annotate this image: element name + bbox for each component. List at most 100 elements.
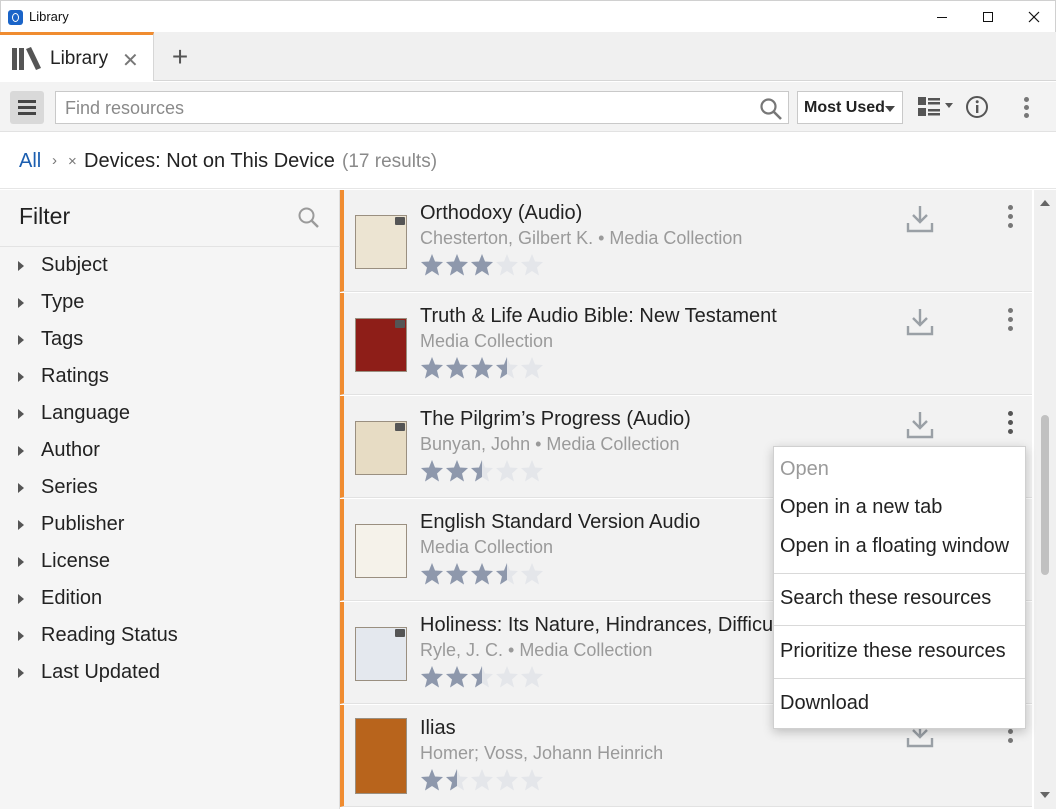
resource-title: Orthodoxy (Audio): [420, 202, 583, 224]
more-options-icon[interactable]: [1000, 202, 1020, 232]
filter-item-ratings[interactable]: Ratings: [0, 358, 340, 395]
star-icon: [420, 459, 445, 483]
rating-stars: [420, 253, 545, 277]
download-icon[interactable]: [905, 307, 935, 337]
menu-item-open-floating-window[interactable]: Open in a floating window: [780, 535, 1009, 558]
scrollbar-thumb[interactable]: [1041, 415, 1049, 575]
resource-row[interactable]: Orthodoxy (Audio) Chesterton, Gilbert K.…: [340, 190, 1032, 292]
toolbar: Most Used: [0, 82, 1056, 132]
star-icon: [445, 665, 470, 689]
filter-list: Subject Type Tags Ratings Language Autho…: [0, 247, 340, 691]
filter-item-type[interactable]: Type: [0, 284, 340, 321]
filter-item-subject[interactable]: Subject: [0, 247, 340, 284]
breadcrumb: All › × Devices: Not on This Device (17 …: [0, 133, 1056, 189]
tab-library[interactable]: Library ✕: [0, 32, 154, 81]
resource-subtitle: Ryle, J. C. • Media Collection: [420, 640, 653, 660]
filter-item-last-updated[interactable]: Last Updated: [0, 654, 340, 691]
star-icon: [470, 356, 495, 380]
star-icon: [420, 356, 445, 380]
results-scrollbar[interactable]: [1034, 190, 1056, 809]
filter-item-label: Type: [41, 291, 85, 313]
expand-caret-icon: [18, 594, 24, 604]
audio-badge-icon: [395, 629, 405, 637]
menu-item-download[interactable]: Download: [780, 692, 869, 715]
active-filter-label[interactable]: Devices: Not on This Device: [84, 150, 335, 173]
star-icon: [420, 665, 445, 689]
tab-label: Library: [50, 48, 109, 69]
more-options-icon[interactable]: [1016, 94, 1036, 120]
audio-badge-icon: [395, 320, 405, 328]
filter-item-author[interactable]: Author: [0, 432, 340, 469]
star-icon: [445, 562, 470, 586]
filter-item-reading-status[interactable]: Reading Status: [0, 617, 340, 654]
app-logo-icon: [8, 10, 23, 25]
sort-value: Most Used: [804, 99, 885, 116]
hamburger-menu-button[interactable]: [10, 91, 44, 124]
filter-item-language[interactable]: Language: [0, 395, 340, 432]
filter-title: Filter: [19, 203, 71, 229]
breadcrumb-separator: ›: [52, 152, 57, 169]
maximize-button[interactable]: [965, 1, 1011, 33]
menu-divider: [774, 625, 1025, 626]
audio-badge-icon: [395, 423, 405, 431]
new-tab-button[interactable]: +: [167, 41, 193, 73]
star-icon: [445, 459, 470, 483]
filter-item-label: Language: [41, 402, 130, 424]
expand-caret-icon: [18, 446, 24, 456]
search-icon[interactable]: [759, 97, 783, 121]
rating-stars: [420, 562, 545, 586]
menu-item-open-new-tab[interactable]: Open in a new tab: [780, 496, 942, 519]
remove-filter-icon[interactable]: ×: [68, 153, 77, 170]
resource-subtitle: Homer; Voss, Johann Heinrich: [420, 743, 664, 763]
sort-dropdown[interactable]: Most Used: [797, 91, 903, 124]
download-icon[interactable]: [905, 410, 935, 440]
more-options-icon[interactable]: [1000, 305, 1020, 335]
filter-item-publisher[interactable]: Publisher: [0, 506, 340, 543]
filter-item-tags[interactable]: Tags: [0, 321, 340, 358]
menu-item-prioritize-resources[interactable]: Prioritize these resources: [780, 640, 1006, 663]
menu-item-open: Open: [780, 458, 829, 480]
filter-item-license[interactable]: License: [0, 543, 340, 580]
scroll-down-icon[interactable]: [1040, 792, 1050, 798]
resource-subtitle: Media Collection: [420, 331, 554, 351]
context-menu: Open Open in a new tab Open in a floatin…: [773, 446, 1026, 729]
resource-subtitle: Media Collection: [420, 537, 554, 557]
info-icon[interactable]: [965, 95, 991, 121]
expand-caret-icon: [18, 520, 24, 530]
filter-item-label: License: [41, 550, 110, 572]
minimize-icon: [937, 17, 947, 18]
view-options-icon[interactable]: [916, 96, 958, 118]
minimize-button[interactable]: [919, 1, 965, 33]
menu-item-search-resources[interactable]: Search these resources: [780, 587, 991, 610]
library-icon: [12, 47, 41, 70]
filter-item-label: Series: [41, 476, 98, 498]
search-input[interactable]: [65, 96, 755, 120]
breadcrumb-all-link[interactable]: All: [19, 150, 41, 173]
filter-item-label: Subject: [41, 254, 108, 276]
close-window-button[interactable]: [1011, 1, 1056, 33]
scroll-up-icon[interactable]: [1040, 200, 1050, 206]
tab-close-icon[interactable]: ✕: [122, 48, 139, 73]
filter-search-icon[interactable]: [297, 206, 321, 230]
filter-item-edition[interactable]: Edition: [0, 580, 340, 617]
resource-cover: [355, 524, 407, 578]
chevron-down-icon: [885, 106, 895, 112]
star-icon: [520, 253, 545, 277]
filter-item-label: Ratings: [41, 365, 109, 387]
filter-item-series[interactable]: Series: [0, 469, 340, 506]
star-icon: [470, 562, 495, 586]
resource-title: English Standard Version Audio: [420, 511, 701, 533]
download-icon[interactable]: [905, 204, 935, 234]
resource-row[interactable]: Truth & Life Audio Bible: New Testament …: [340, 293, 1032, 395]
expand-caret-icon: [18, 298, 24, 308]
resource-cover: [355, 318, 407, 372]
expand-caret-icon: [18, 372, 24, 382]
star-icon: [495, 253, 520, 277]
expand-caret-icon: [18, 483, 24, 493]
star-icon: [520, 356, 545, 380]
star-icon: [420, 562, 445, 586]
expand-caret-icon: [18, 261, 24, 271]
more-options-icon[interactable]: [1000, 408, 1020, 438]
star-icon: [470, 253, 495, 277]
star-icon: [420, 253, 445, 277]
